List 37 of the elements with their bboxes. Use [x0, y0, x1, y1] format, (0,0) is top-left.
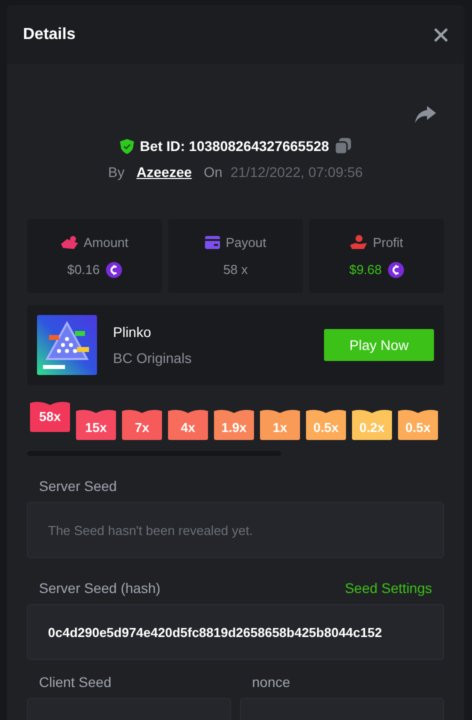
seed-settings-link[interactable]: Seed Settings [344, 580, 432, 596]
bet-id: Bet ID: 103808264327665528 [140, 138, 330, 154]
multiplier-tag: 1x [260, 409, 300, 440]
field-label: Server Seed (hash) [39, 580, 160, 596]
game-provider: BC Originals [113, 350, 193, 366]
share-icon[interactable] [415, 106, 436, 123]
field-label: nonce [252, 674, 290, 690]
multiplier-tag: 0.5x [306, 409, 346, 440]
hand-person-icon [350, 235, 367, 249]
stat-label: Profit [372, 234, 404, 250]
multiplier-tag: 4x [168, 409, 208, 440]
shield-check-icon [120, 138, 134, 154]
multiplier-tag: 0.5x [398, 409, 438, 440]
stat-label: Amount [84, 234, 128, 250]
copy-icon[interactable] [335, 138, 352, 154]
by-label: By [108, 164, 125, 180]
multiplier-tag: 58x [30, 401, 70, 432]
bet-date: 21/12/2022, 07:09:56 [230, 164, 363, 180]
multiplier-tag: 7x [122, 409, 162, 440]
on-label: On [204, 164, 222, 180]
multiplier-tag: 1.9x [214, 409, 254, 440]
game-name: Plinko [113, 324, 152, 340]
hand-coin-icon [60, 235, 78, 249]
card-icon [204, 236, 220, 249]
stat-label: Payout [226, 235, 266, 250]
field-label: Client Seed [39, 674, 112, 690]
multiplier-tag: 0.2x [352, 409, 392, 440]
stat-value: $0.16 [67, 262, 100, 277]
close-button[interactable] [434, 28, 448, 42]
username-link[interactable]: Azeezee [136, 164, 192, 180]
server-seed-hash-field: 0c4d290e5d974e420d5fc8819d2658658b425b8044c152 [27, 604, 444, 660]
stat-value: $9.68 [349, 262, 382, 277]
placeholder-text: The Seed hasn't been revealed yet. [48, 522, 253, 538]
multiplier-tag: 15x [76, 409, 116, 440]
stat-value: 58 x [223, 262, 248, 277]
field-label: Server Seed [39, 478, 117, 494]
dialog-title: Details [23, 26, 76, 44]
